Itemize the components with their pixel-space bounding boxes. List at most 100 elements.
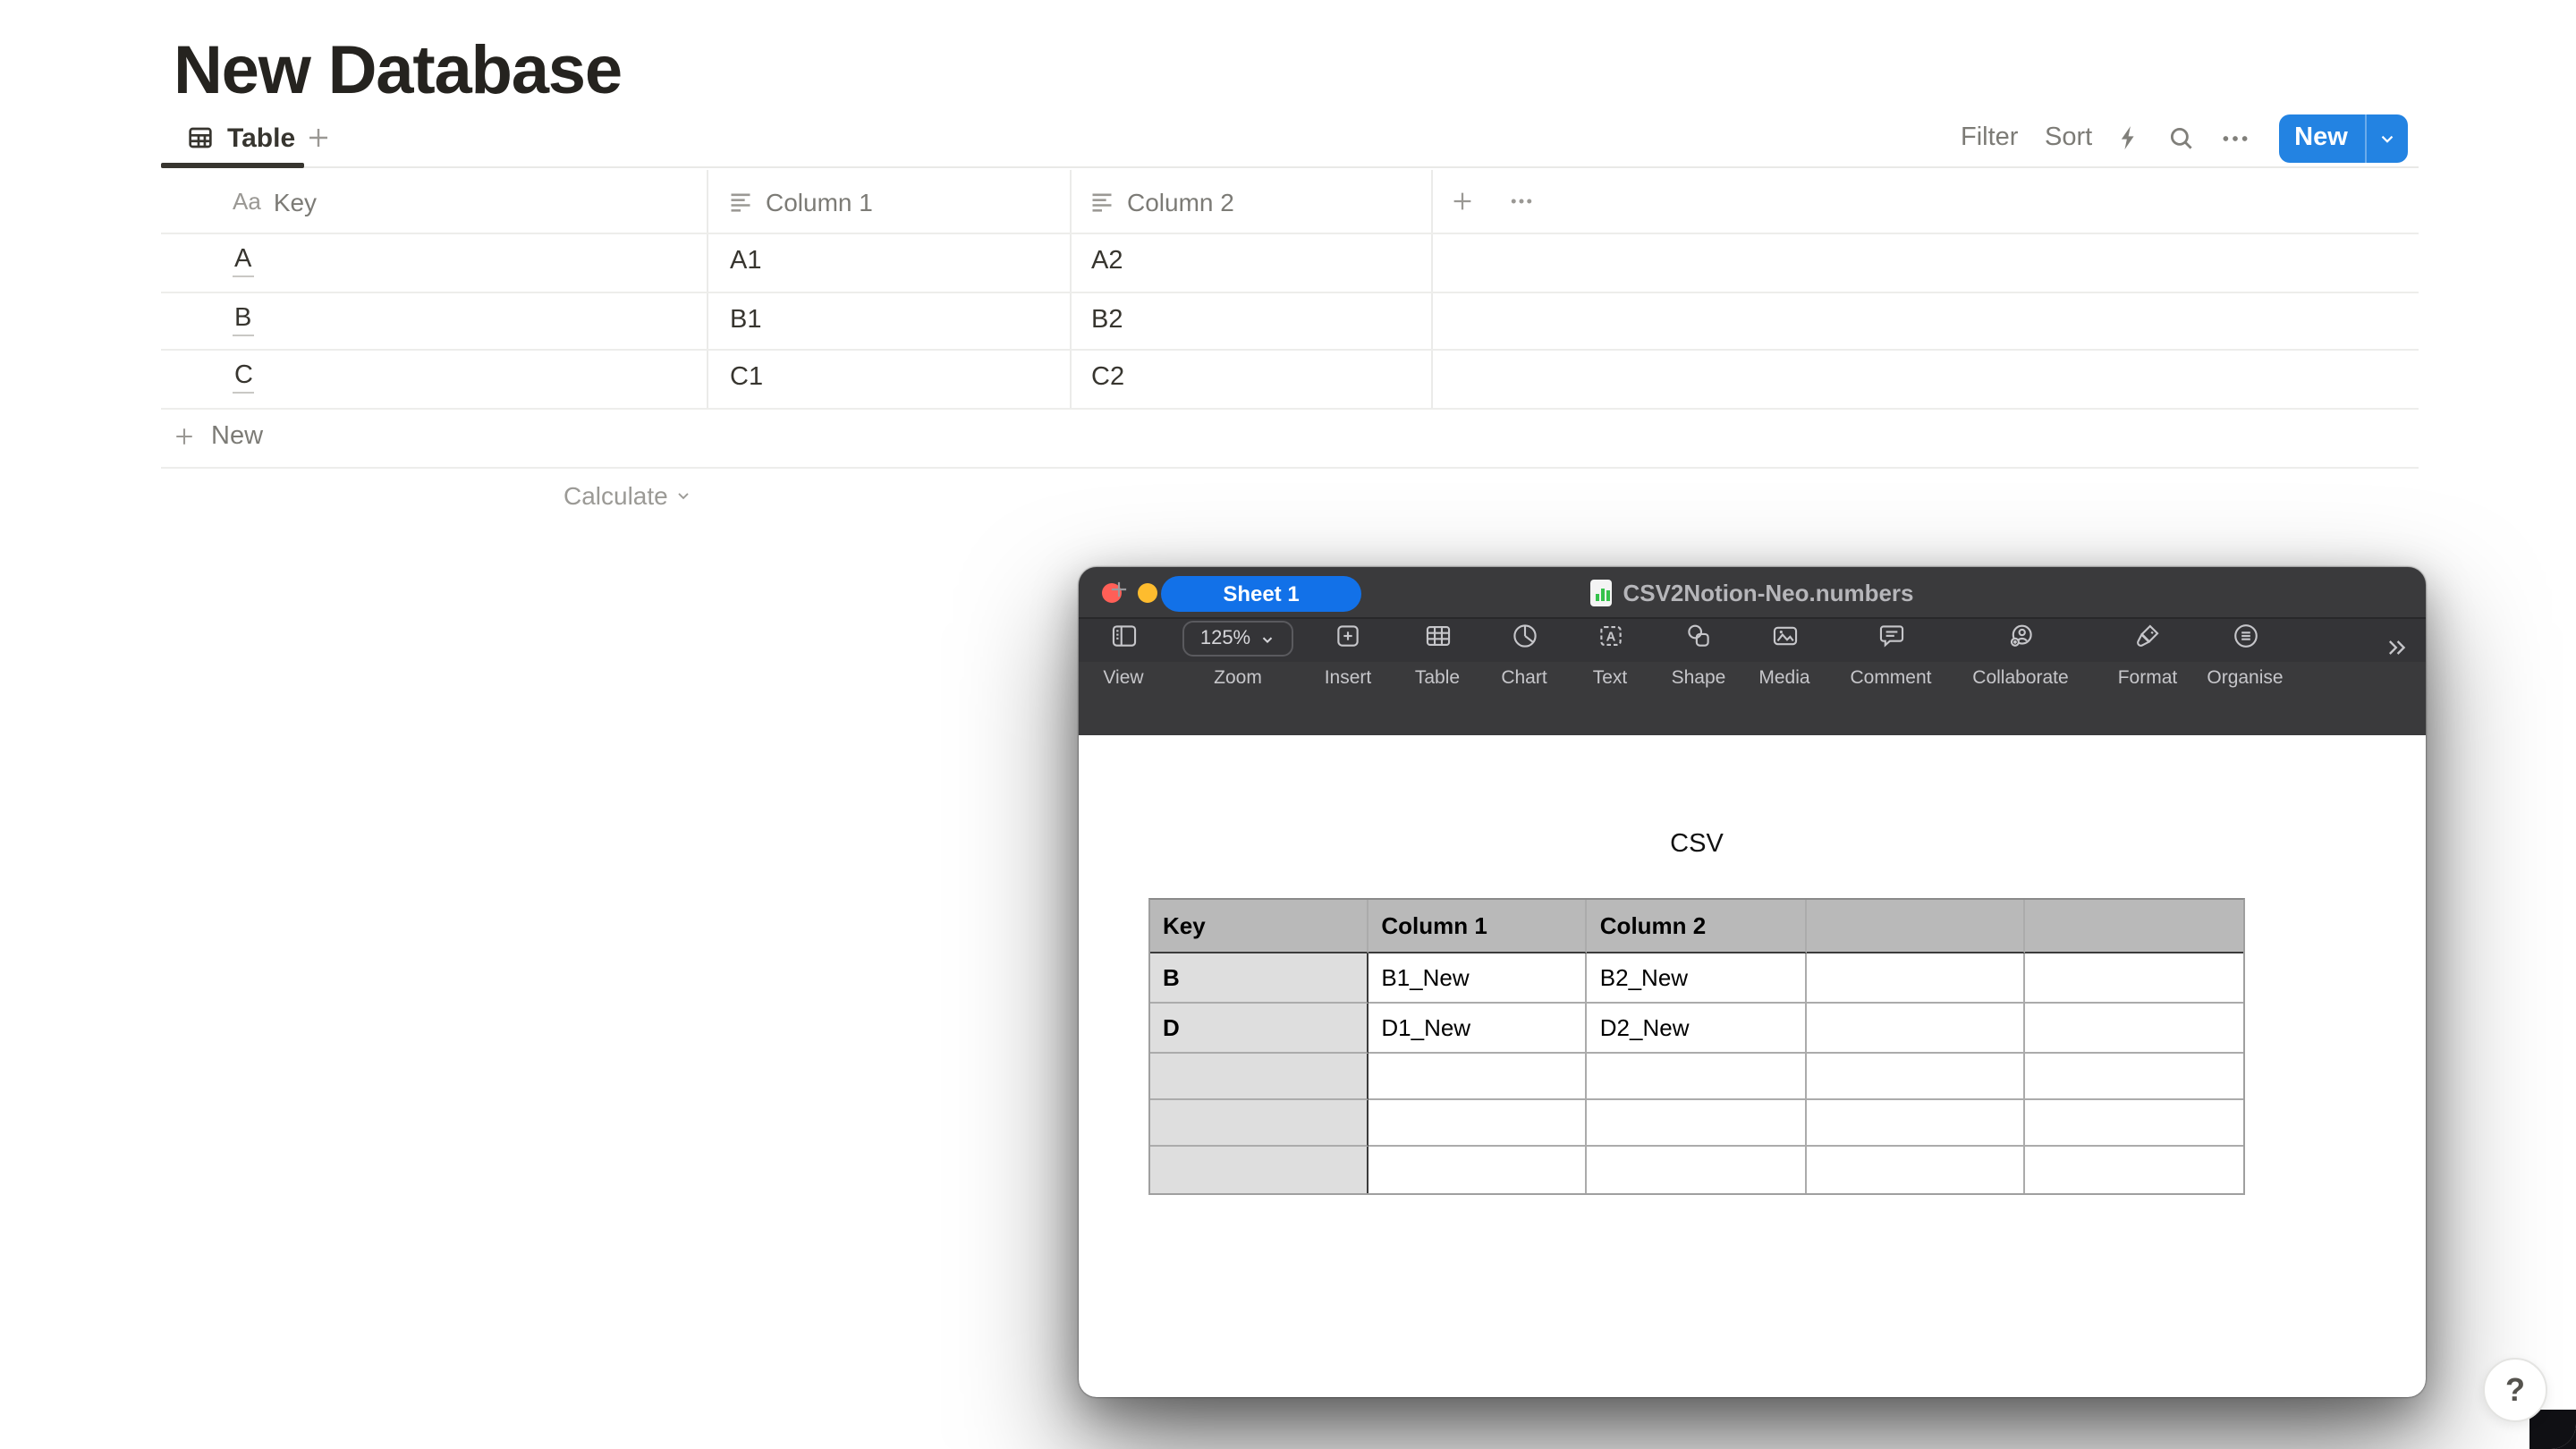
chevron-down-icon <box>2377 128 2396 148</box>
csv-cell[interactable]: B1_New <box>1368 953 1588 1004</box>
table-row-cell[interactable]: C1 <box>730 349 763 407</box>
row-divider <box>161 408 2419 410</box>
search-button[interactable] <box>2166 113 2197 163</box>
toolbar-overflow-button[interactable] <box>2383 635 2411 669</box>
table-row-cell[interactable]: A2 <box>1091 233 1123 291</box>
organise-circle-icon <box>2230 621 2260 651</box>
csv-header-cell[interactable]: Column 2 <box>1587 900 1807 953</box>
column-divider <box>1069 170 1071 408</box>
csv-cell[interactable] <box>1368 1147 1588 1193</box>
column-header-label: Column 1 <box>766 187 873 216</box>
minimize-button[interactable] <box>1138 583 1157 603</box>
add-sheet-button[interactable] <box>1098 571 1138 606</box>
magnifier-icon <box>2166 123 2197 153</box>
csv-cell[interactable] <box>1587 1100 1807 1147</box>
table-row-cell-key[interactable]: C <box>233 349 255 407</box>
column-header-key[interactable]: Aa Key <box>233 170 317 233</box>
more-options-button[interactable] <box>2220 113 2250 163</box>
double-chevron-right-icon <box>2383 635 2411 660</box>
new-record-button[interactable]: New <box>2278 114 2407 162</box>
tab-table-label: Table <box>227 123 296 153</box>
pie-chart-icon <box>1509 621 1539 651</box>
chevron-down-icon <box>1259 631 1275 647</box>
comment-bubble-icon <box>1876 621 1906 651</box>
toolbar-organise-button[interactable]: Organise <box>2182 621 2308 689</box>
row-divider <box>161 291 2419 292</box>
table-row-cell-key[interactable]: A <box>233 233 254 291</box>
csv-cell[interactable]: B2_New <box>1587 953 1807 1004</box>
row-divider <box>161 466 2419 468</box>
add-row-button[interactable]: New <box>172 408 263 466</box>
zoom-dropdown[interactable]: 125% <box>1182 621 1293 657</box>
csv-header-cell[interactable] <box>2024 900 2243 953</box>
csv-cell[interactable] <box>1368 1100 1588 1147</box>
desktop-corner <box>2529 1410 2576 1449</box>
toolbar-collaborate-button[interactable]: Collaborate <box>1958 621 2083 689</box>
csv-cell[interactable]: D <box>1150 1004 1369 1054</box>
table-row-cell[interactable]: C2 <box>1091 349 1124 407</box>
csv-cell[interactable] <box>1368 1054 1588 1100</box>
row-divider <box>161 349 2419 351</box>
table-row-cell-key[interactable]: B <box>233 291 254 349</box>
csv-header-cell[interactable] <box>1806 900 2025 953</box>
csv-cell[interactable] <box>1150 1100 1369 1147</box>
column-header-column1[interactable]: Column 1 <box>728 170 873 233</box>
screen: New Database Table Filter Sort New Aa Ke… <box>0 0 2576 1449</box>
csv-table: Key Column 1 Column 2 B B1_New B2_New D … <box>1148 898 2245 1195</box>
spreadsheet-canvas: CSV Key Column 1 Column 2 B B1_New B2_Ne… <box>1079 735 2426 1397</box>
column-divider <box>1431 170 1433 408</box>
add-column-button[interactable] <box>1449 170 1476 233</box>
sort-button[interactable]: Sort <box>2045 113 2092 163</box>
table-row-cell[interactable]: B1 <box>730 291 762 349</box>
csv-cell[interactable] <box>1588 1147 1807 1193</box>
table-options-button[interactable] <box>1508 170 1535 233</box>
csv-cell[interactable] <box>2024 1054 2243 1100</box>
plus-icon <box>304 123 333 152</box>
column-header-label: Key <box>273 187 318 216</box>
csv-cell[interactable] <box>1150 1147 1369 1193</box>
tabbar-divider <box>161 166 2419 168</box>
column-divider <box>707 170 708 408</box>
csv-header-cell[interactable]: Column 1 <box>1368 900 1588 953</box>
csv-cell[interactable] <box>2024 1100 2243 1147</box>
calculate-button[interactable]: Calculate <box>564 476 693 515</box>
csv-cell[interactable]: D2_New <box>1587 1004 1807 1054</box>
automations-button[interactable] <box>2114 113 2143 163</box>
csv-cell[interactable] <box>1806 1054 2025 1100</box>
add-view-button[interactable] <box>304 113 333 163</box>
csv-cell[interactable] <box>2024 1004 2243 1054</box>
text-lines-icon <box>1089 189 1114 214</box>
csv-cell[interactable] <box>1150 1054 1369 1100</box>
column-header-label: Column 2 <box>1127 187 1234 216</box>
csv-cell[interactable] <box>1806 953 2025 1004</box>
help-button[interactable]: ? <box>2483 1358 2547 1422</box>
csv-cell[interactable] <box>1806 1004 2025 1054</box>
column-header-column2[interactable]: Column 2 <box>1089 170 1234 233</box>
numbers-window: CSV2Notion-Neo.numbers View 125% Zoom In… <box>1079 567 2426 1397</box>
table-row-cell[interactable]: B2 <box>1091 291 1123 349</box>
csv-cell[interactable]: D1_New <box>1368 1004 1588 1054</box>
notion-page: New Database Table Filter Sort New Aa Ke… <box>0 0 2576 1449</box>
page-title[interactable]: New Database <box>174 30 623 113</box>
shapes-icon <box>1683 621 1714 651</box>
csv-cell[interactable] <box>1587 1054 1807 1100</box>
csv-cell[interactable] <box>2025 1147 2243 1193</box>
toolbar-view-button[interactable]: View <box>1061 621 1186 689</box>
csv-cell[interactable]: B <box>1150 953 1369 1004</box>
photo-icon <box>1768 621 1801 651</box>
csv-cell[interactable] <box>2024 953 2243 1004</box>
svg-text:A: A <box>1606 630 1615 644</box>
tab-table[interactable]: Table <box>186 113 295 163</box>
sheet-tab-active[interactable]: Sheet 1 <box>1161 575 1361 611</box>
table-view-icon <box>186 123 215 152</box>
format-brush-icon <box>2132 621 2163 651</box>
filter-button[interactable]: Filter <box>1961 113 2018 163</box>
toolbar-comment-button[interactable]: Comment <box>1828 621 1953 689</box>
ellipsis-icon <box>2220 123 2250 153</box>
table-row-cell[interactable]: A1 <box>730 233 762 291</box>
csv-cell[interactable] <box>1806 1100 2025 1147</box>
csv-header-cell[interactable]: Key <box>1150 900 1369 953</box>
csv-cell[interactable] <box>1806 1147 2025 1193</box>
new-button-dropdown[interactable] <box>2364 114 2407 162</box>
new-button-label[interactable]: New <box>2278 114 2364 162</box>
